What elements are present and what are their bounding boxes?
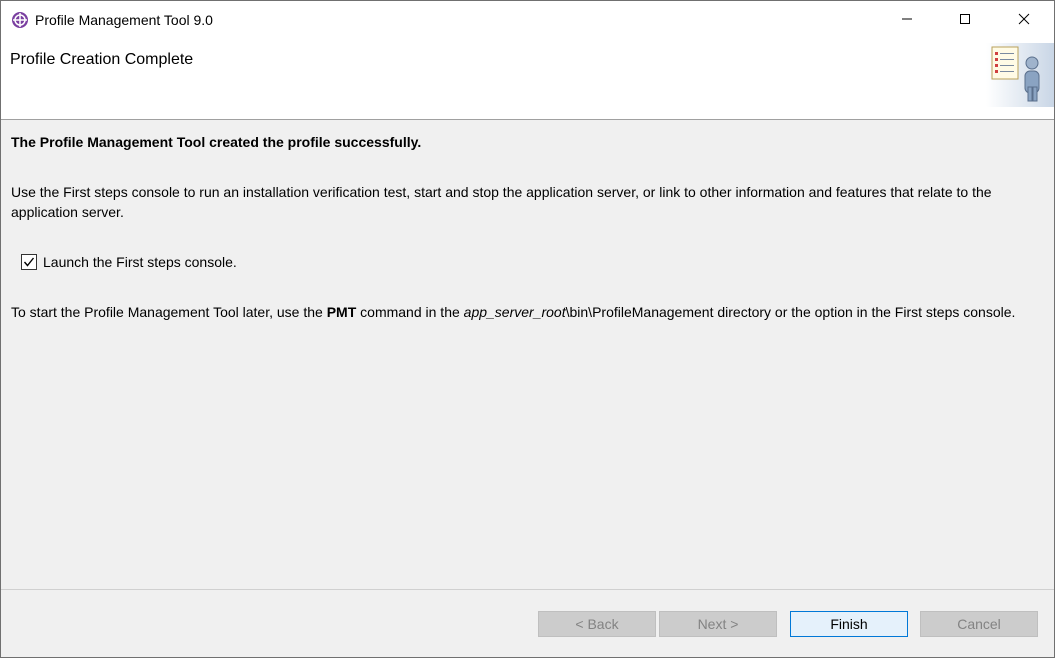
checkmark-icon (23, 257, 35, 267)
app-icon (11, 11, 29, 29)
back-button[interactable]: < Back (538, 611, 656, 637)
close-icon (1018, 12, 1030, 28)
minimize-button[interactable] (878, 1, 936, 39)
restart-hint-text: To start the Profile Management Tool lat… (11, 302, 1046, 322)
maximize-icon (959, 12, 971, 28)
wizard-banner: Profile Creation Complete (1, 39, 1054, 120)
minimize-icon (901, 12, 913, 28)
hint-text-3: \bin\ProfileManagement directory or the … (565, 304, 1016, 320)
hint-text-1: To start the Profile Management Tool lat… (11, 304, 327, 320)
title-bar[interactable]: Profile Management Tool 9.0 (1, 1, 1054, 39)
launch-first-steps-option[interactable]: Launch the First steps console. (21, 252, 237, 272)
profile-wizard-icon (986, 43, 1054, 107)
hint-text-2: command in the (356, 304, 464, 320)
app-server-root-var: app_server_root (463, 304, 566, 320)
launch-first-steps-label: Launch the First steps console. (43, 254, 237, 270)
launch-first-steps-checkbox[interactable] (21, 254, 37, 270)
page-title: Profile Creation Complete (10, 51, 194, 68)
close-button[interactable] (995, 1, 1053, 39)
maximize-button[interactable] (936, 1, 994, 39)
next-button[interactable]: Next > (659, 611, 777, 637)
dialog-window: Profile Management Tool 9.0 Profile Crea… (0, 0, 1055, 658)
finish-button[interactable]: Finish (790, 611, 908, 637)
cancel-button[interactable]: Cancel (920, 611, 1038, 637)
footer-divider (1, 589, 1054, 590)
description-text: Use the First steps console to run an in… (11, 184, 992, 220)
success-headline: The Profile Management Tool created the … (11, 134, 422, 150)
window-title: Profile Management Tool 9.0 (35, 12, 213, 28)
pmt-command: PMT (326, 304, 357, 320)
